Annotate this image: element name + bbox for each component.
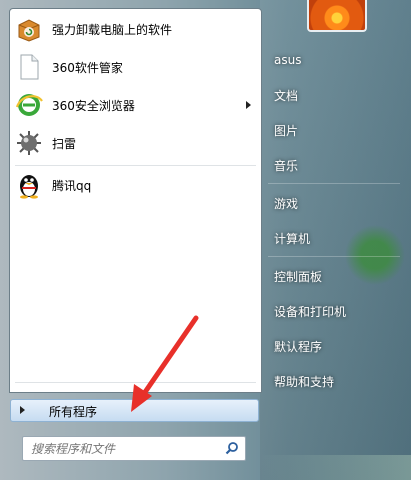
right-item-pictures[interactable]: 图片 <box>267 117 407 143</box>
program-item-360-browser[interactable]: 360安全浏览器 <box>10 87 261 123</box>
user-avatar[interactable] <box>307 0 367 32</box>
programs-divider <box>15 165 256 166</box>
program-label: 360软件管家 <box>52 60 123 75</box>
right-item-label: 音乐 <box>274 158 299 173</box>
right-item-label: 文档 <box>274 88 299 103</box>
right-item-label: 图片 <box>274 123 299 138</box>
right-item-label: 控制面板 <box>274 269 323 284</box>
search-icon[interactable] <box>225 441 239 455</box>
program-item-360-softmgr[interactable]: 360软件管家 <box>10 49 261 85</box>
right-item-devices-printers[interactable]: 设备和打印机 <box>267 298 407 324</box>
right-item-music[interactable]: 音乐 <box>267 152 407 178</box>
taskbar-glow <box>260 455 411 480</box>
right-item-label: 设备和打印机 <box>274 304 347 319</box>
all-programs-divider <box>15 382 256 383</box>
360-browser-icon <box>15 91 43 119</box>
program-item-uninstaller[interactable]: 强力卸载电脑上的软件 <box>10 11 261 47</box>
minesweeper-mine-icon <box>15 129 43 157</box>
right-item-documents[interactable]: 文档 <box>267 82 407 108</box>
all-programs-button[interactable]: 所有程序 <box>10 399 259 422</box>
right-item-label: 默认程序 <box>274 339 323 354</box>
program-item-qq[interactable]: 腾讯qq <box>10 167 261 203</box>
qq-penguin-icon <box>15 171 43 199</box>
right-item-computer[interactable]: 计算机 <box>267 225 407 251</box>
all-programs-label: 所有程序 <box>49 405 98 419</box>
right-item-control-panel[interactable]: 控制面板 <box>267 263 407 289</box>
programs-panel: 强力卸载电脑上的软件 360软件管家 360安全浏览器 扫雷 腾讯qq <box>9 8 262 393</box>
right-item-label: 帮助和支持 <box>274 374 335 389</box>
right-divider <box>268 256 400 257</box>
expand-arrow-icon <box>20 406 25 414</box>
right-item-label: 计算机 <box>274 231 311 246</box>
right-item-label: 游戏 <box>274 196 299 211</box>
program-label: 强力卸载电脑上的软件 <box>52 22 173 37</box>
right-item-user[interactable]: asus <box>267 47 407 73</box>
search-box[interactable] <box>22 436 246 461</box>
blank-file-icon <box>15 53 43 81</box>
right-item-games[interactable]: 游戏 <box>267 190 407 216</box>
search-input[interactable] <box>29 439 219 458</box>
box-uninstall-icon <box>15 15 43 43</box>
program-label: 360安全浏览器 <box>52 98 135 113</box>
right-divider <box>268 183 400 184</box>
right-item-help-support[interactable]: 帮助和支持 <box>267 368 407 394</box>
program-label: 腾讯qq <box>52 178 92 193</box>
right-item-default-programs[interactable]: 默认程序 <box>267 333 407 359</box>
program-item-minesweeper[interactable]: 扫雷 <box>10 125 261 161</box>
right-item-label: asus <box>274 53 302 67</box>
program-label: 扫雷 <box>52 136 77 151</box>
submenu-arrow-icon[interactable] <box>246 101 251 109</box>
